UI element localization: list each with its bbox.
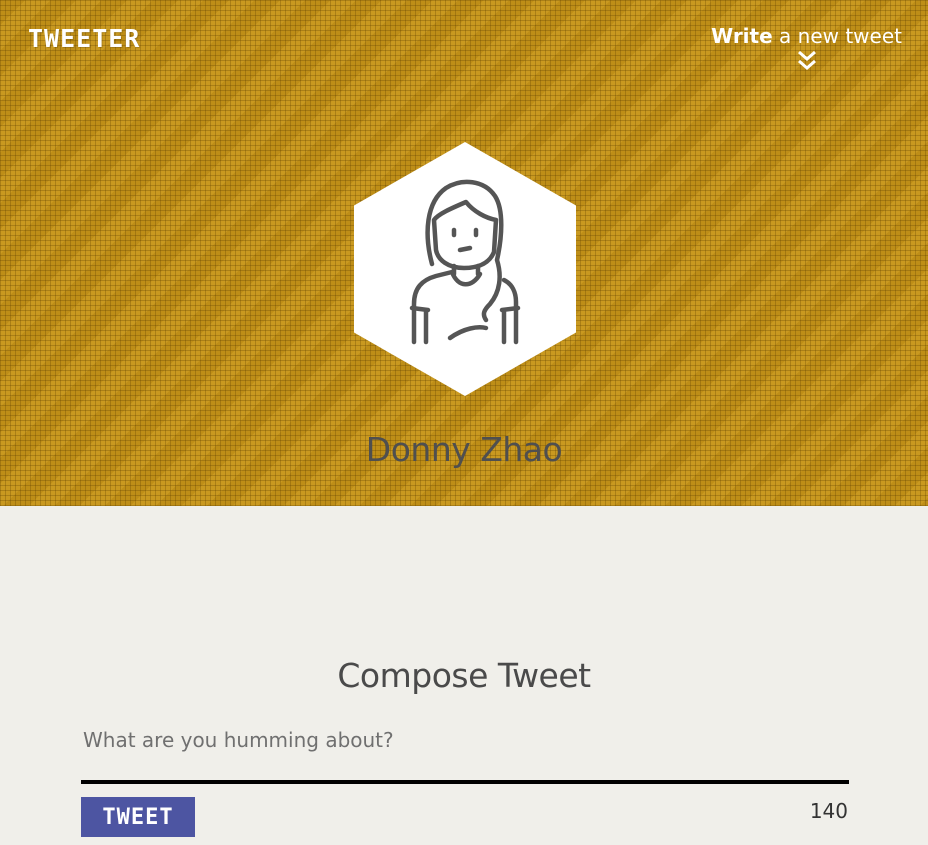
double-chevron-down-icon [797,50,816,70]
page: TWEETER Write a new tweet Donny Zhao Com… [0,0,928,845]
write-new-tweet-label-rest: a new tweet [772,24,902,48]
profile-banner: TWEETER Write a new tweet Donny Zhao [0,0,928,506]
avatar-hexagon [354,142,576,396]
write-new-tweet-label-first: Write [711,24,773,48]
tweet-button[interactable]: TWEET [81,797,195,837]
character-counter: 140 [809,799,848,823]
brand-logo[interactable]: TWEETER [28,24,140,53]
profile-name: Donny Zhao [365,430,563,469]
tweet-input[interactable] [81,726,849,784]
compose-title: Compose Tweet [337,656,591,695]
avatar [354,142,576,396]
write-new-tweet-toggle[interactable]: Write a new tweet [711,24,902,72]
